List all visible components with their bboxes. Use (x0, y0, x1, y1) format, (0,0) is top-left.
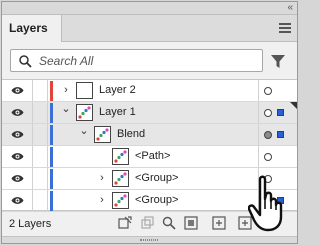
resize-grip[interactable] (2, 236, 297, 243)
layer-count: 2 Layers (9, 218, 52, 230)
target-circle-icon[interactable] (264, 153, 272, 161)
layer-thumbnail (112, 170, 129, 187)
make-clipping-mask-icon[interactable] (140, 216, 154, 230)
layer-row[interactable]: <Path> (2, 146, 297, 168)
layer-thumbnail (76, 104, 93, 121)
layer-color-bar (50, 103, 53, 123)
layer-color-bar (50, 125, 53, 145)
layer-thumbnail (112, 192, 129, 209)
lock-toggle[interactable] (34, 124, 48, 145)
layer-name[interactable]: Blend (117, 124, 145, 145)
lock-toggle[interactable] (34, 80, 48, 101)
layer-thumbnail (76, 82, 93, 99)
lock-toggle[interactable] (34, 168, 48, 189)
expand-arrow-icon[interactable]: › (96, 190, 108, 211)
visibility-column (2, 124, 33, 145)
expand-arrow-icon[interactable]: › (60, 80, 72, 101)
lock-toggle[interactable] (34, 146, 48, 167)
search-box[interactable] (10, 49, 263, 72)
layer-color-bar (50, 191, 53, 211)
target-column-divider (258, 146, 259, 167)
layer-name[interactable]: <Group> (135, 190, 178, 211)
layer-color-bar (50, 81, 53, 101)
collapse-panel-icon[interactable]: « (287, 2, 293, 14)
eye-icon[interactable] (11, 130, 24, 139)
layer-name[interactable]: <Group> (135, 168, 178, 189)
new-sublayer-icon[interactable] (184, 216, 198, 230)
tab-layers[interactable]: Layers (2, 15, 62, 42)
collapse-arrow-icon[interactable]: ⌄ (60, 102, 72, 123)
target-column-divider (258, 80, 259, 101)
collapse-arrow-icon[interactable]: ⌄ (78, 124, 90, 145)
search-layers-icon[interactable] (162, 216, 176, 230)
visibility-column (2, 146, 33, 167)
layer-row[interactable]: ⌄ Blend (2, 124, 297, 146)
eye-icon[interactable] (11, 152, 24, 161)
target-circle-icon[interactable] (264, 109, 272, 117)
eye-icon[interactable] (11, 196, 24, 205)
search-input[interactable] (39, 53, 254, 69)
visibility-column (2, 102, 33, 123)
target-circle-icon[interactable] (264, 87, 272, 95)
panel-menu-icon[interactable] (279, 23, 291, 33)
layer-thumbnail (112, 148, 129, 165)
eye-icon[interactable] (11, 174, 24, 183)
visibility-column (2, 168, 33, 189)
current-layer-corner-icon (290, 102, 297, 109)
expand-arrow-icon[interactable]: › (96, 168, 108, 189)
layer-name[interactable]: Layer 2 (99, 80, 136, 101)
eye-icon[interactable] (11, 86, 24, 95)
layer-color-bar (50, 169, 53, 189)
visibility-column (2, 190, 33, 211)
layer-row[interactable]: › Layer 2 (2, 80, 297, 102)
layer-name[interactable]: Layer 1 (99, 102, 136, 123)
target-circle-icon[interactable] (264, 131, 272, 139)
layer-row[interactable]: ⌄ Layer 1 (2, 102, 297, 124)
panel-title-bar[interactable]: « (2, 2, 297, 15)
search-icon (19, 55, 32, 68)
lock-toggle[interactable] (34, 190, 48, 211)
layer-thumbnail (94, 126, 111, 143)
layer-name[interactable]: <Path> (135, 146, 170, 167)
eye-icon[interactable] (11, 108, 24, 117)
selection-indicator[interactable] (277, 109, 284, 116)
target-column-divider (258, 102, 259, 123)
selection-indicator[interactable] (277, 131, 284, 138)
lock-toggle[interactable] (34, 102, 48, 123)
filter-icon[interactable] (271, 55, 285, 69)
layer-color-bar (50, 147, 53, 167)
target-column-divider (258, 124, 259, 145)
locate-object-icon[interactable] (118, 216, 132, 230)
visibility-column (2, 80, 33, 101)
tab-bar: Layers (2, 15, 297, 42)
search-row (2, 43, 297, 79)
hand-cursor-icon (248, 175, 283, 232)
new-layer-icon[interactable] (212, 216, 226, 230)
